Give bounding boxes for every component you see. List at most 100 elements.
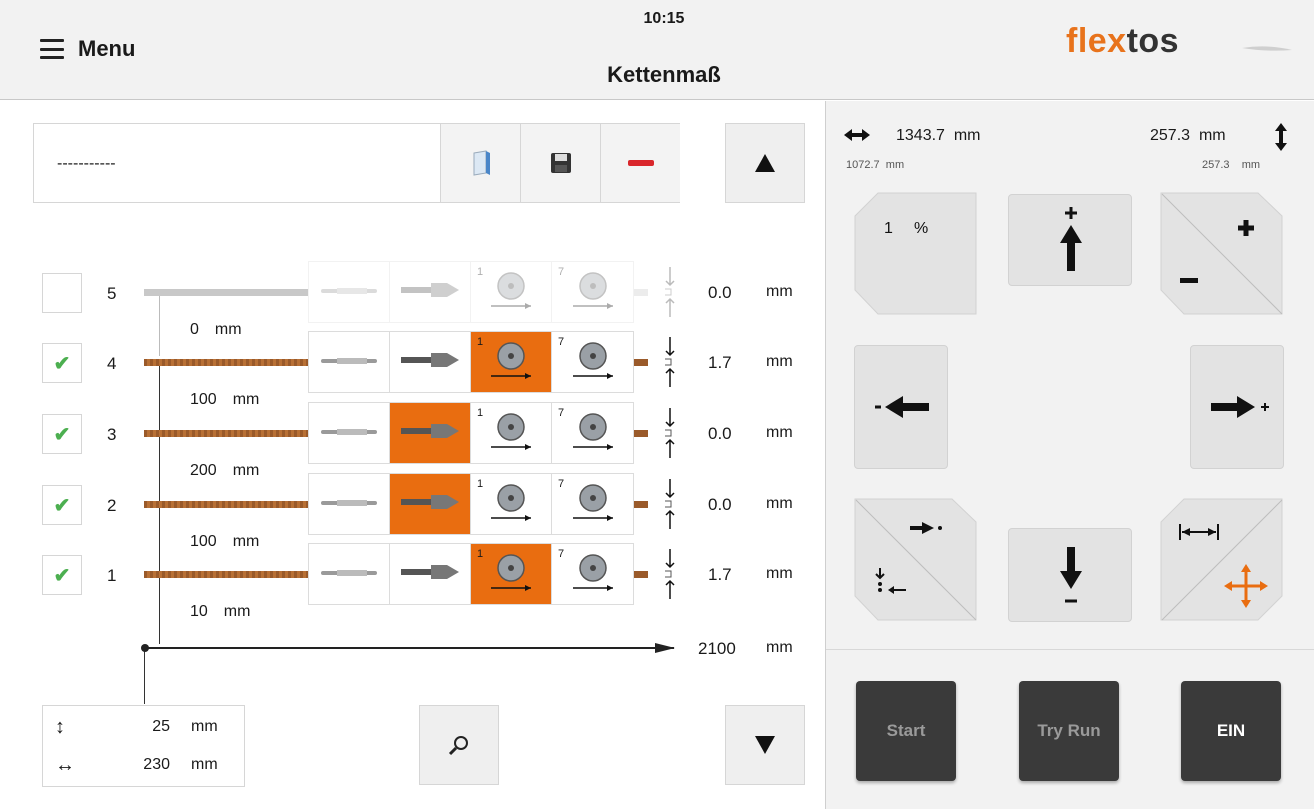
jog-to-start-button[interactable] xyxy=(854,498,978,622)
tool-row: ✔ 1 1 7 1.7 mm xyxy=(10,543,825,613)
checkmark-icon: ✔ xyxy=(53,494,71,517)
x-position-secondary: 1072.7 mm xyxy=(846,159,905,171)
tool-selector: 17 xyxy=(308,473,634,535)
power-on-button[interactable]: EIN xyxy=(1181,681,1281,781)
saw-tool-7[interactable]: 7 xyxy=(552,403,633,463)
drill-icon xyxy=(401,494,459,515)
tool-index: 1 xyxy=(477,336,484,348)
saw-tool-1[interactable]: 1 xyxy=(471,262,552,322)
profile-height: ↕ 25 mm xyxy=(55,716,218,738)
menu-label: Menu xyxy=(78,36,136,61)
row-checkbox[interactable]: ✔ xyxy=(42,414,82,454)
menu-button[interactable]: Menu xyxy=(40,36,135,62)
saw-tool-1[interactable]: 1 xyxy=(471,403,552,463)
tool-row: ✔ 3 1 7 0.0 mm xyxy=(10,402,825,472)
cutter-icon xyxy=(321,283,377,301)
saw-blade-icon xyxy=(487,270,535,315)
saw-blade-icon xyxy=(569,340,617,385)
row-offset-value[interactable]: 0.0 xyxy=(708,495,732,515)
arrow-left-minus-icon xyxy=(875,396,929,418)
jog-left-button[interactable] xyxy=(854,345,948,469)
offset-marker-icon xyxy=(665,408,675,458)
tool-index: 1 xyxy=(477,548,484,560)
checkmark-icon: ✔ xyxy=(53,564,71,587)
document-button[interactable] xyxy=(440,124,520,202)
row-offset-value[interactable]: 1.7 xyxy=(708,565,732,585)
jog-right-button[interactable] xyxy=(1190,345,1284,469)
chain-segment xyxy=(144,289,308,296)
row-offset-unit: mm xyxy=(766,495,793,512)
try-run-button[interactable]: Try Run xyxy=(1019,681,1119,781)
row-number: 2 xyxy=(107,496,117,515)
drill-icon xyxy=(401,423,459,444)
row-checkbox[interactable]: ✔ xyxy=(42,485,82,525)
drill-tool[interactable] xyxy=(390,332,471,392)
saw-tool-7[interactable]: 7 xyxy=(552,474,633,534)
saw-tool-1[interactable]: 1 xyxy=(471,474,552,534)
chain-segment xyxy=(144,430,308,437)
saw-blade-icon xyxy=(487,340,535,385)
row-offset-value[interactable]: 0.0 xyxy=(708,424,732,444)
saw-blade-icon xyxy=(569,482,617,527)
row-offset-unit: mm xyxy=(766,424,793,441)
cutter-tool[interactable] xyxy=(309,403,390,463)
scroll-up-button[interactable] xyxy=(725,123,805,203)
drill-tool[interactable] xyxy=(390,474,471,534)
arrow-right-plus-icon xyxy=(1211,396,1269,418)
row-number: 5 xyxy=(107,284,117,303)
row-checkbox[interactable]: ✔ xyxy=(42,555,82,595)
profile-dimensions[interactable]: ↕ 25 mm ↔ 230 mm xyxy=(42,705,245,787)
speed-button[interactable]: 1 % xyxy=(854,192,978,316)
drill-icon xyxy=(401,564,459,585)
offset-marker-icon xyxy=(665,549,675,599)
cutter-icon xyxy=(321,495,377,513)
vertical-arrows-icon xyxy=(1275,123,1287,151)
start-button[interactable]: Start xyxy=(856,681,956,781)
total-length-unit: mm xyxy=(766,639,793,656)
free-move-button[interactable] xyxy=(1160,498,1284,622)
jog-up-button[interactable] xyxy=(1008,194,1132,286)
origin-line xyxy=(144,649,145,704)
saw-tool-7[interactable]: 7 xyxy=(552,332,633,392)
saw-tool-1[interactable]: 1 xyxy=(471,332,552,392)
cutter-tool[interactable] xyxy=(309,544,390,604)
tool-row: 5 1 7 0.0 mm xyxy=(10,261,825,331)
zoom-button[interactable] xyxy=(419,705,499,785)
saw-tool-7[interactable]: 7 xyxy=(552,262,633,322)
tool-index: 1 xyxy=(477,407,484,419)
cutter-tool[interactable] xyxy=(309,332,390,392)
chain-end xyxy=(634,289,648,296)
arrow-down-minus-icon xyxy=(1060,547,1082,603)
saw-blade-icon xyxy=(487,552,535,597)
saw-blade-icon xyxy=(569,552,617,597)
horizontal-arrows-icon: ↔ xyxy=(55,754,75,776)
speed-value: 1 xyxy=(884,220,893,237)
drill-tool[interactable] xyxy=(390,403,471,463)
cutter-tool[interactable] xyxy=(309,262,390,322)
row-checkbox[interactable] xyxy=(42,273,82,313)
chain-end xyxy=(634,359,648,366)
saw-tool-1[interactable]: 1 xyxy=(471,544,552,604)
saw-tool-7[interactable]: 7 xyxy=(552,544,633,604)
drill-icon xyxy=(401,282,459,303)
header: Menu 10:15 Kettenmaß flextos xyxy=(0,0,1314,100)
tool-index: 7 xyxy=(558,478,565,490)
program-name[interactable]: ----------- xyxy=(57,155,116,173)
remove-button[interactable] xyxy=(600,124,680,202)
scroll-down-button[interactable] xyxy=(725,705,805,785)
drill-tool[interactable] xyxy=(390,544,471,604)
drill-tool[interactable] xyxy=(390,262,471,322)
gap-label: 0 mm xyxy=(190,321,242,338)
checkmark-icon: ✔ xyxy=(53,352,71,375)
cutter-tool[interactable] xyxy=(309,474,390,534)
offset-marker-icon xyxy=(665,337,675,387)
jog-diagonal-button[interactable] xyxy=(1160,192,1284,316)
row-checkbox[interactable]: ✔ xyxy=(42,343,82,383)
profile-width: ↔ 230 mm xyxy=(55,754,218,776)
jog-down-button[interactable] xyxy=(1008,528,1132,622)
row-offset-value[interactable]: 0.0 xyxy=(708,283,732,303)
row-offset-value[interactable]: 1.7 xyxy=(708,353,732,373)
gap-label: 100 mm xyxy=(190,391,260,408)
chain-end xyxy=(634,430,648,437)
save-button[interactable] xyxy=(520,124,600,202)
